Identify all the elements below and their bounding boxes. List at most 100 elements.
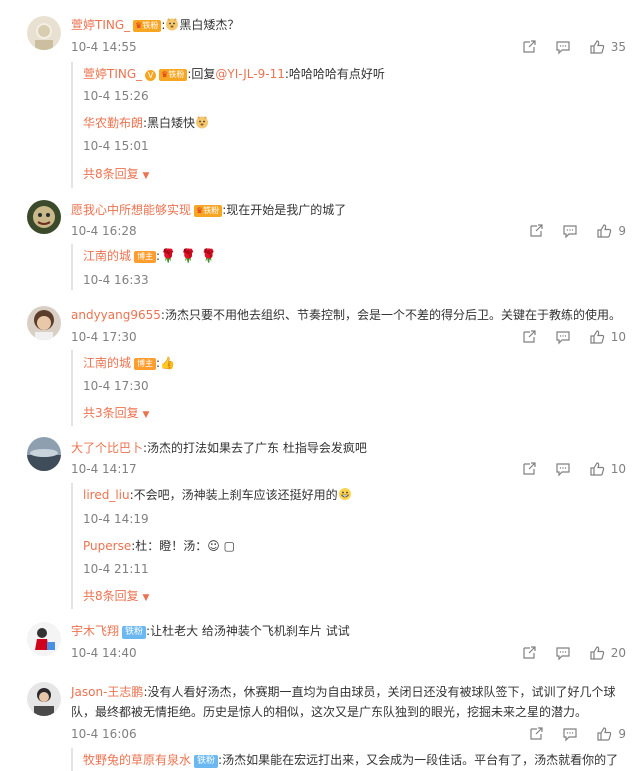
more-replies-link[interactable]: 共8条回复 ▼: [83, 588, 149, 606]
reply-username[interactable]: 江南的城: [83, 249, 131, 263]
comment-username[interactable]: 宇木飞翔: [71, 624, 119, 638]
comment-username[interactable]: 大了个比巴卜: [71, 441, 143, 455]
share-icon: [523, 330, 536, 343]
reply-button[interactable]: [555, 461, 571, 477]
reply-text: :黑白矮快: [143, 116, 196, 130]
comment-username[interactable]: 萱婷TING_: [71, 18, 130, 32]
avatar[interactable]: [27, 622, 61, 656]
comment-text: :汤杰只要不用他去组织、节奏控制，会是一个不差的得分后卫。关键在于教练的使用。: [160, 308, 621, 322]
doge-emoji-icon: [195, 115, 209, 129]
comment-time: 10-4 14:17: [71, 462, 137, 476]
like-count: 20: [610, 646, 626, 660]
avatar[interactable]: [27, 16, 61, 50]
comment-actions: 10: [503, 460, 626, 478]
thumbs-up-icon: [597, 727, 612, 741]
like-button[interactable]: 10: [589, 461, 626, 477]
rose-emoji-icon: 🌹: [160, 249, 177, 264]
share-icon: [523, 646, 536, 659]
like-button[interactable]: 35: [589, 39, 626, 55]
comment-username[interactable]: andyyang9655: [71, 308, 161, 322]
comment-icon: [563, 728, 577, 742]
thumbs-up-emoji-icon: 👍: [160, 356, 176, 370]
comment-actions: 20: [503, 644, 626, 662]
like-button[interactable]: 9: [596, 726, 626, 742]
comment-icon: [556, 41, 570, 55]
reply-list: 牧野兔的草原有泉水 铁粉:汤杰如果能在宏远打出来，又会成为一段佳话。平台有了，汤杰…: [71, 748, 618, 771]
comment-icon: [556, 331, 570, 345]
reply-time: 10-4 17:30: [83, 379, 149, 393]
share-button[interactable]: [521, 461, 537, 477]
comment-username[interactable]: 愿我心中所想能够实现: [71, 203, 191, 217]
share-button[interactable]: [528, 726, 544, 742]
like-count: 10: [610, 462, 626, 476]
iron-fan-badge: ♛铁粉: [159, 69, 188, 81]
reply-username[interactable]: 牧野兔的草原有泉水: [83, 753, 191, 767]
reply-time: 10-4 15:01: [83, 139, 149, 153]
thumbs-up-icon: [590, 330, 604, 344]
rose-emoji-icon: 🌹: [200, 249, 217, 264]
reply-button[interactable]: [555, 329, 571, 345]
reply-list: lired_liu:不会吧，汤神装上刹车应该还挺好用的 10-4 14:19 P…: [71, 483, 351, 609]
iron-fan-badge: 铁粉: [194, 755, 219, 768]
reply-button[interactable]: [562, 726, 578, 742]
reply-text: :汤杰如果能在宏远打出来，又会成为一段佳话。平台有了，汤杰就看你的了: [218, 753, 619, 767]
share-icon: [523, 462, 536, 475]
comment-username[interactable]: Jason-王志鹏: [71, 685, 143, 699]
reply-username[interactable]: 江南的城: [83, 356, 131, 370]
share-icon: [530, 224, 543, 237]
reply-button[interactable]: [562, 223, 578, 239]
share-button[interactable]: [521, 329, 537, 345]
comment-icon: [556, 463, 570, 477]
avatar[interactable]: [27, 200, 61, 234]
author-badge: 博主: [134, 358, 157, 370]
mention-link[interactable]: @YI-JL-9-11: [215, 67, 284, 81]
share-button[interactable]: [528, 223, 544, 239]
share-button[interactable]: [521, 39, 537, 55]
comment-time: 10-4 14:55: [71, 40, 137, 54]
iron-fan-badge: ♛铁粉: [133, 20, 162, 32]
author-badge: 博主: [134, 251, 157, 263]
share-button[interactable]: [521, 645, 537, 661]
like-button[interactable]: 20: [589, 645, 626, 661]
reply-list: 江南的城 博主:🌹 🌹 🌹 10-4 16:33: [71, 244, 217, 290]
comment-text: :现在开始是我广的城了: [222, 203, 347, 217]
reply-username[interactable]: 萱婷TING_: [83, 67, 142, 81]
thumbs-up-icon: [597, 224, 612, 238]
reply-username[interactable]: lired_liu: [83, 488, 130, 502]
comment-actions: 9: [510, 222, 626, 240]
avatar[interactable]: [27, 306, 61, 340]
like-count: 9: [618, 224, 626, 238]
share-icon: [523, 40, 536, 53]
verified-icon: V: [145, 70, 157, 81]
reply-username[interactable]: Puperse: [83, 539, 131, 553]
reply-username[interactable]: 华农勤布朗: [83, 116, 143, 130]
like-button[interactable]: 9: [596, 223, 626, 239]
comment-time: 10-4 16:06: [71, 727, 137, 741]
reply-list: 萱婷TING_ V ♛铁粉:回复@YI-JL-9-11:哈哈哈哈有点好听 10-4 …: [71, 62, 385, 188]
reply-text: :不会吧，汤神装上刹车应该还挺好用的: [129, 488, 338, 502]
reply-text: :杜：瞪！汤：☺ ▢: [131, 539, 235, 553]
comment-text: 队，最终都被无情拒绝。历史是惊人的相似，这次又是广东队独到的眼光，挖掘未来之星的…: [71, 705, 588, 719]
more-replies-link[interactable]: 共3条回复 ▼: [83, 405, 149, 423]
like-button[interactable]: 10: [589, 329, 626, 345]
comment-actions: 10: [503, 328, 626, 346]
comment-icon: [563, 225, 577, 239]
reply-time: 10-4 21:11: [83, 562, 149, 576]
iron-fan-badge: 铁粉: [122, 626, 147, 639]
avatar[interactable]: [27, 437, 61, 471]
comment-actions: 35: [503, 38, 626, 56]
comment-time: 10-4 16:28: [71, 224, 137, 238]
comment-text: :没有人看好汤杰，休赛期一直均为自由球员，关闭日还没有被球队签下，试训了好几个球: [143, 685, 616, 699]
reply-button[interactable]: [555, 39, 571, 55]
reply-time: 10-4 16:33: [83, 273, 149, 287]
avatar[interactable]: [27, 682, 61, 716]
grin-emoji-icon: [338, 487, 352, 501]
like-count: 9: [618, 727, 626, 741]
comment-time: 10-4 14:40: [71, 646, 137, 660]
reply-time: 10-4 14:19: [83, 512, 149, 526]
reply-button[interactable]: [555, 645, 571, 661]
more-replies-link[interactable]: 共8条回复 ▼: [83, 166, 149, 184]
reply-list: 江南的城 博主:👍 10-4 17:30 共3条回复 ▼: [71, 350, 175, 426]
reply-text: :哈哈哈哈有点好听: [284, 67, 385, 81]
comment-text: :让杜老大 给汤神装个飞机刹车片 试试: [146, 624, 350, 638]
